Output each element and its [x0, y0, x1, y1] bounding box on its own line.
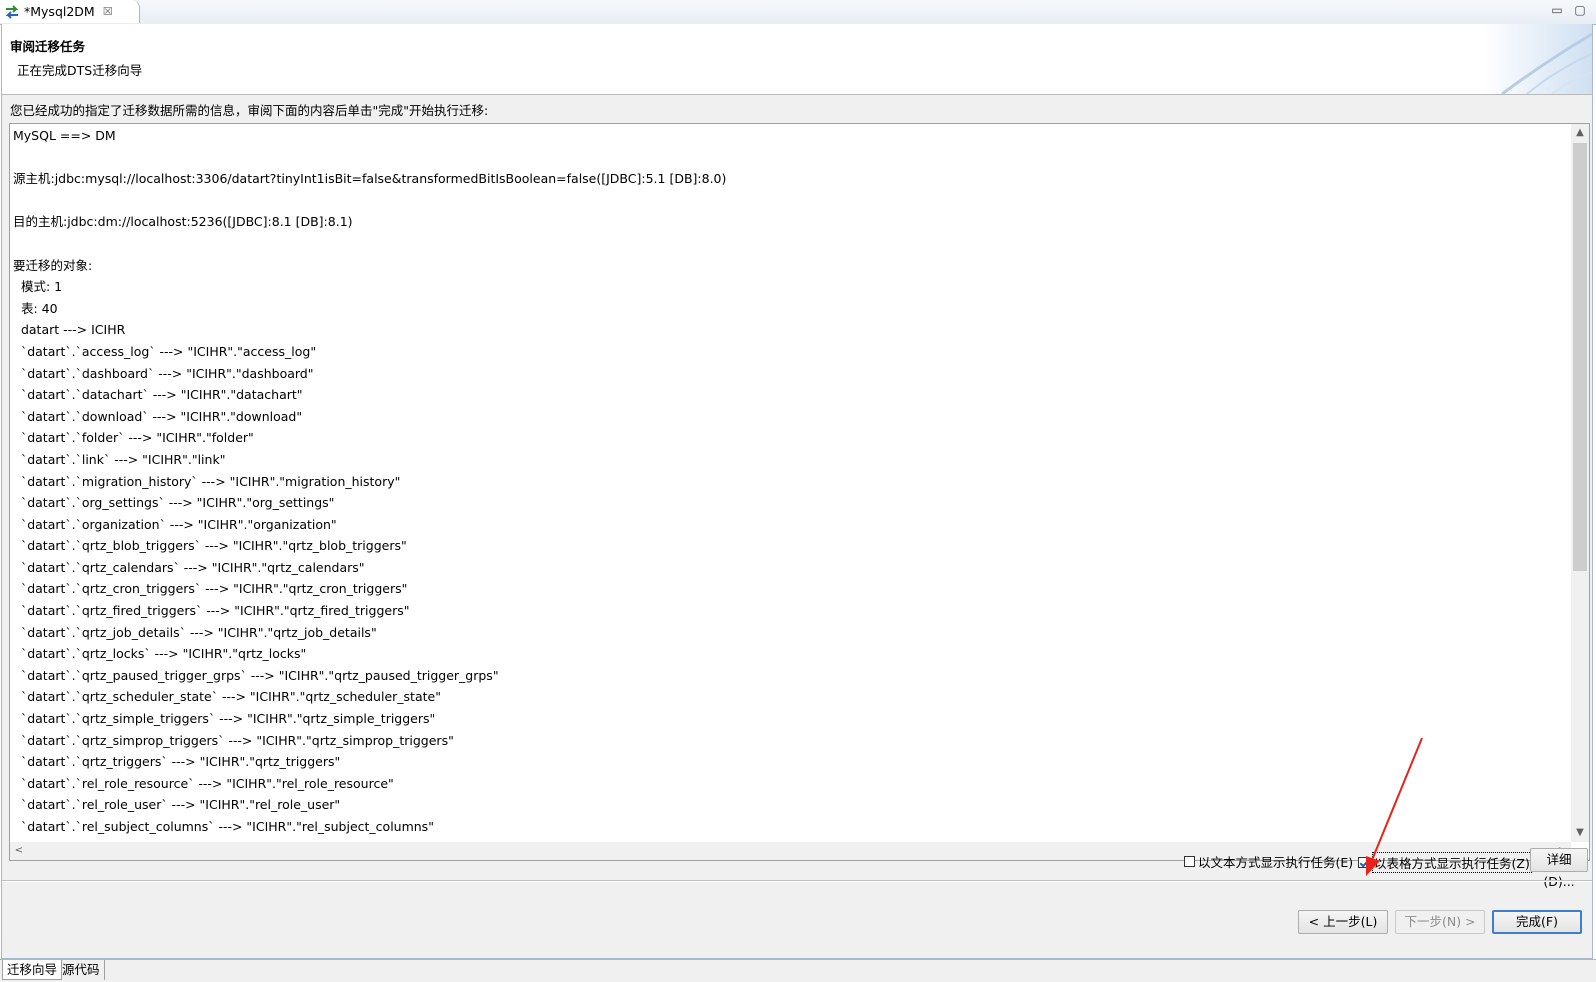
vertical-scrollbar[interactable]: ▲ ▼ [1571, 124, 1589, 842]
summary-line: `datart`.`folder` ---> "ICIHR"."folder" [13, 430, 254, 446]
summary-line: `datart`.`dashboard` ---> "ICIHR"."dashb… [13, 365, 314, 381]
summary-line: `datart`.`rel_role_user` ---> "ICIHR"."r… [13, 797, 341, 813]
summary-line: `datart`.`rel_subject_columns` ---> "ICI… [13, 819, 434, 834]
details-button[interactable]: 详细(D)... [1530, 848, 1588, 889]
banner-decoration-icon [1482, 24, 1592, 94]
summary-line: MySQL ==> DM [13, 128, 116, 143]
summary-line: `datart`.`qrtz_cron_triggers` ---> "ICIH… [13, 581, 408, 597]
table-mode-option[interactable]: 以表格方式显示执行任务(Z) [1358, 852, 1532, 873]
table-mode-label: 以表格方式显示执行任务(Z) [1372, 852, 1532, 873]
summary-line: `datart`.`qrtz_paused_trigger_grps` --->… [13, 667, 499, 683]
summary-line: datart ---> ICIHR [13, 322, 126, 338]
summary-line: `datart`.`qrtz_simple_triggers` ---> "IC… [13, 711, 436, 727]
summary-line: `datart`.`qrtz_blob_triggers` ---> "ICIH… [13, 538, 407, 554]
scroll-up-icon[interactable]: ▲ [1571, 124, 1589, 142]
summary-line: 源主机:jdbc:mysql://localhost:3306/datart?t… [13, 171, 727, 187]
summary-line: `datart`.`org_settings` ---> "ICIHR"."or… [13, 495, 335, 511]
summary-line: `datart`.`rel_role_resource` ---> "ICIHR… [13, 775, 394, 791]
summary-line: 要迁移的对象: [13, 257, 93, 273]
summary-line: `datart`.`qrtz_job_details` ---> "ICIHR"… [13, 624, 377, 640]
summary-line: 目的主机:jdbc:dm://localhost:5236([JDBC]:8.1… [13, 214, 353, 230]
page-tab-bar: 迁移向导 源代码 [0, 959, 1596, 982]
back-button[interactable]: < 上一步(L) [1298, 910, 1388, 934]
summary-line: `datart`.`link` ---> "ICIHR"."link" [13, 451, 226, 467]
migration-icon [5, 4, 19, 19]
summary-text-area[interactable]: MySQL ==> DM 源主机:jdbc:mysql://localhost:3… [9, 123, 1590, 861]
summary-line [13, 190, 1569, 212]
page-title: 审阅迁移任务 [10, 39, 86, 54]
tab-migration-wizard[interactable]: 迁移向导 [2, 960, 63, 980]
text-mode-label: 以文本方式显示执行任务(E) [1198, 855, 1354, 870]
maximize-icon[interactable]: ▢ [1573, 3, 1587, 17]
summary-line: `datart`.`access_log` ---> "ICIHR"."acce… [13, 343, 317, 359]
summary-line: `datart`.`migration_history` ---> "ICIHR… [13, 473, 401, 489]
scroll-thumb[interactable] [1573, 143, 1587, 571]
next-button[interactable]: 下一步(N) > [1395, 910, 1485, 934]
summary-line: `datart`.`qrtz_scheduler_state` ---> "IC… [13, 689, 441, 705]
summary-line: `datart`.`qrtz_triggers` ---> "ICIHR"."q… [13, 754, 341, 770]
editor-tab-bar: *Mysql2DM ☒ ▭ ▢ [0, 0, 1596, 25]
intro-text: 您已经成功的指定了迁移数据所需的信息，审阅下面的内容后单击"完成"开始执行迁移: [10, 103, 489, 118]
summary-line [13, 233, 1569, 255]
text-mode-checkbox[interactable] [1184, 856, 1195, 867]
wizard-banner: 审阅迁移任务 正在完成DTS迁移向导 [2, 24, 1592, 95]
finish-button[interactable]: 完成(F) [1492, 910, 1582, 934]
wizard-panel: 审阅迁移任务 正在完成DTS迁移向导 您已经成功的指定了迁移数据所需的信息，审阅… [1, 24, 1593, 959]
summary-line: `datart`.`download` ---> "ICIHR"."downlo… [13, 408, 303, 424]
summary-line: `datart`.`qrtz_locks` ---> "ICIHR"."qrtz… [13, 646, 307, 662]
page-subtitle: 正在完成DTS迁移向导 [17, 63, 143, 78]
scroll-down-icon[interactable]: ▼ [1571, 824, 1589, 842]
editor-tab-title: *Mysql2DM [24, 4, 95, 19]
summary-line: `datart`.`qrtz_calendars` ---> "ICIHR"."… [13, 559, 365, 575]
summary-line: 表: 40 [13, 300, 58, 316]
minimize-icon[interactable]: ▭ [1550, 3, 1564, 17]
scroll-left-icon[interactable]: < [10, 842, 28, 860]
tab-source-code[interactable]: 源代码 [58, 960, 105, 980]
summary-line: `datart`.`organization` ---> "ICIHR"."or… [13, 516, 337, 532]
summary-content: MySQL ==> DM 源主机:jdbc:mysql://localhost:3… [13, 125, 1569, 842]
summary-line: `datart`.`datachart` ---> "ICIHR"."datac… [13, 387, 303, 403]
table-mode-checkbox[interactable] [1358, 857, 1369, 868]
divider [2, 880, 1592, 882]
summary-line: 模式: 1 [13, 279, 63, 295]
summary-line: `datart`.`qrtz_simprop_triggers` ---> "I… [13, 732, 454, 748]
close-icon[interactable]: ☒ [103, 5, 113, 18]
text-mode-option[interactable]: 以文本方式显示执行任务(E) [1184, 852, 1353, 871]
summary-line [13, 147, 1569, 169]
summary-line: `datart`.`qrtz_fired_triggers` ---> "ICI… [13, 603, 410, 619]
editor-tab-mysql2dm[interactable]: *Mysql2DM ☒ [0, 0, 140, 23]
